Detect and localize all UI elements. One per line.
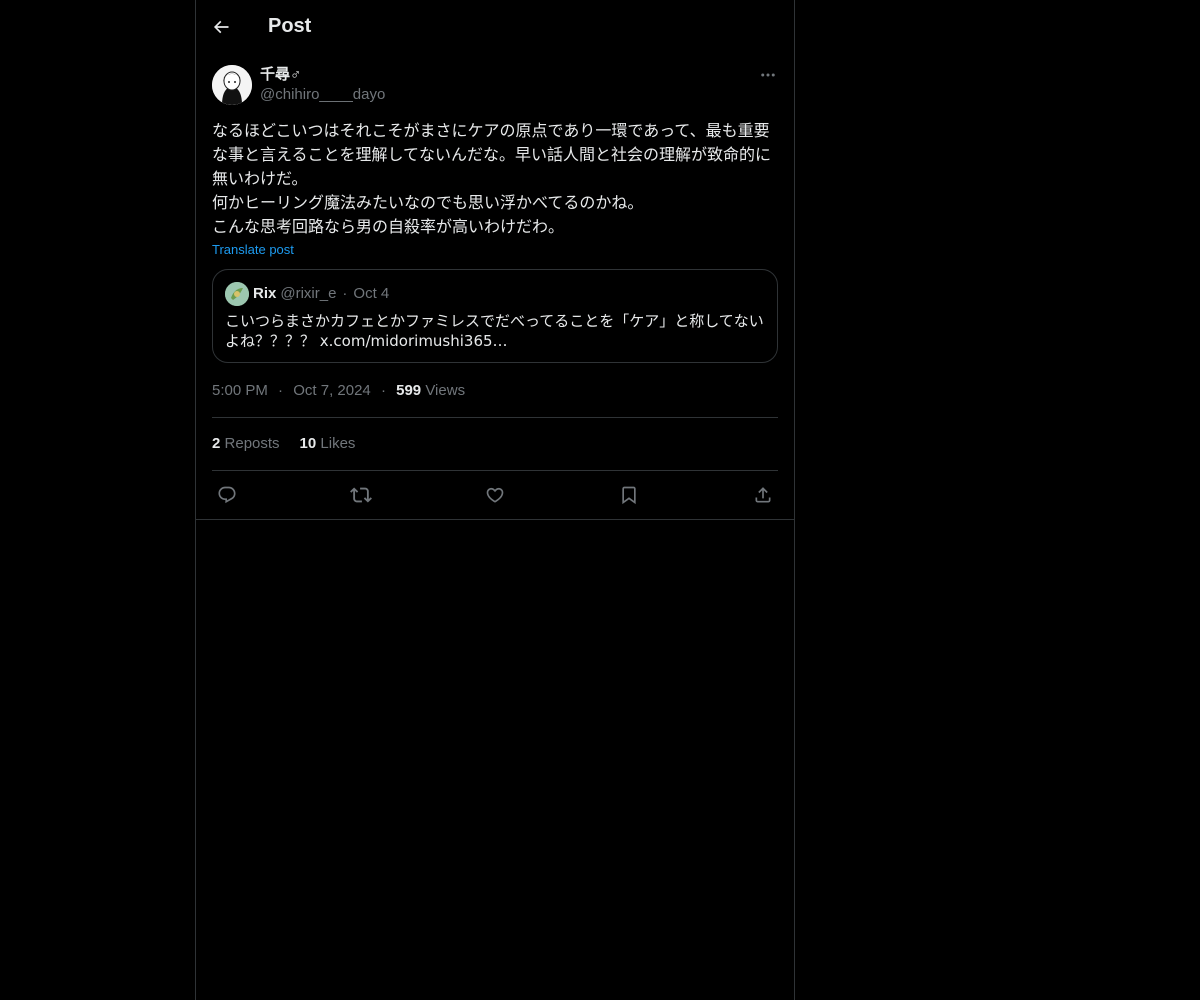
post-divider xyxy=(196,519,794,520)
author-row: 千尋♂ @chihiro____dayo xyxy=(212,65,778,105)
quote-date: Oct 4 xyxy=(353,285,390,302)
bookmark-button[interactable] xyxy=(618,484,640,506)
post-meta: 5:00 PM · Oct 7, 2024 · 599 Views xyxy=(212,381,778,418)
likes-count: 10 xyxy=(299,435,317,452)
quote-separator: · xyxy=(342,285,348,302)
arrow-left-icon xyxy=(211,17,231,37)
author-avatar[interactable] xyxy=(212,65,252,105)
quoted-post[interactable]: Rix @rixir_e · Oct 4 こいつらまさかカフェとかファミレスでだ… xyxy=(212,269,778,363)
share-icon xyxy=(753,485,773,505)
page-title: Post xyxy=(268,15,312,37)
likes-stat[interactable]: 10 Likes xyxy=(300,434,356,454)
repost-button[interactable] xyxy=(350,484,372,506)
more-options-button[interactable] xyxy=(758,65,778,85)
quote-text: こいつらまさかカフェとかファミレスでだべってることを「ケア」と称してないよね？？… xyxy=(225,312,764,350)
post-time[interactable]: 5:00 PM xyxy=(212,382,268,399)
action-bar xyxy=(212,471,778,518)
primary-column: Post 千尋♂ @chihiro____dayo なるほどこいつはそれこそがま… xyxy=(195,0,795,1000)
reposts-count: 2 xyxy=(212,435,221,452)
top-bar: Post xyxy=(196,0,794,53)
translate-post-link[interactable]: Translate post xyxy=(212,241,294,259)
reposts-label: Reposts xyxy=(224,435,280,452)
reply-button[interactable] xyxy=(216,484,238,506)
reposts-stat[interactable]: 2 Reposts xyxy=(212,434,280,454)
back-button[interactable] xyxy=(204,10,238,44)
quote-author-handle: @rixir_e xyxy=(280,285,337,302)
like-icon xyxy=(485,485,505,505)
author-info: 千尋♂ @chihiro____dayo xyxy=(260,65,385,105)
quote-author-name: Rix xyxy=(253,285,277,302)
post-date[interactable]: Oct 7, 2024 xyxy=(293,382,371,399)
reply-icon xyxy=(217,485,237,505)
quote-header: Rix @rixir_e · Oct 4 xyxy=(225,282,765,306)
bookmark-icon xyxy=(619,485,639,505)
share-button[interactable] xyxy=(752,484,774,506)
engagement-stats: 2 Reposts 10 Likes xyxy=(212,418,778,471)
post-text: なるほどこいつはそれこそがまさにケアの原点であり一環であって、最も重要な事と言え… xyxy=(212,121,772,236)
quote-avatar xyxy=(225,282,249,306)
meta-separator: · xyxy=(278,382,284,399)
like-button[interactable] xyxy=(484,484,506,506)
post-detail: 千尋♂ @chihiro____dayo なるほどこいつはそれこそがまさにケアの… xyxy=(196,53,794,518)
author-display-name[interactable]: 千尋♂ xyxy=(260,65,385,85)
views-label: Views xyxy=(425,382,466,399)
meta-separator-2: · xyxy=(380,382,386,399)
author-handle[interactable]: @chihiro____dayo xyxy=(260,85,385,105)
likes-label: Likes xyxy=(320,435,356,452)
repost-icon xyxy=(350,484,372,506)
more-horizontal-icon xyxy=(759,66,777,84)
views-count: 599 xyxy=(396,382,422,399)
